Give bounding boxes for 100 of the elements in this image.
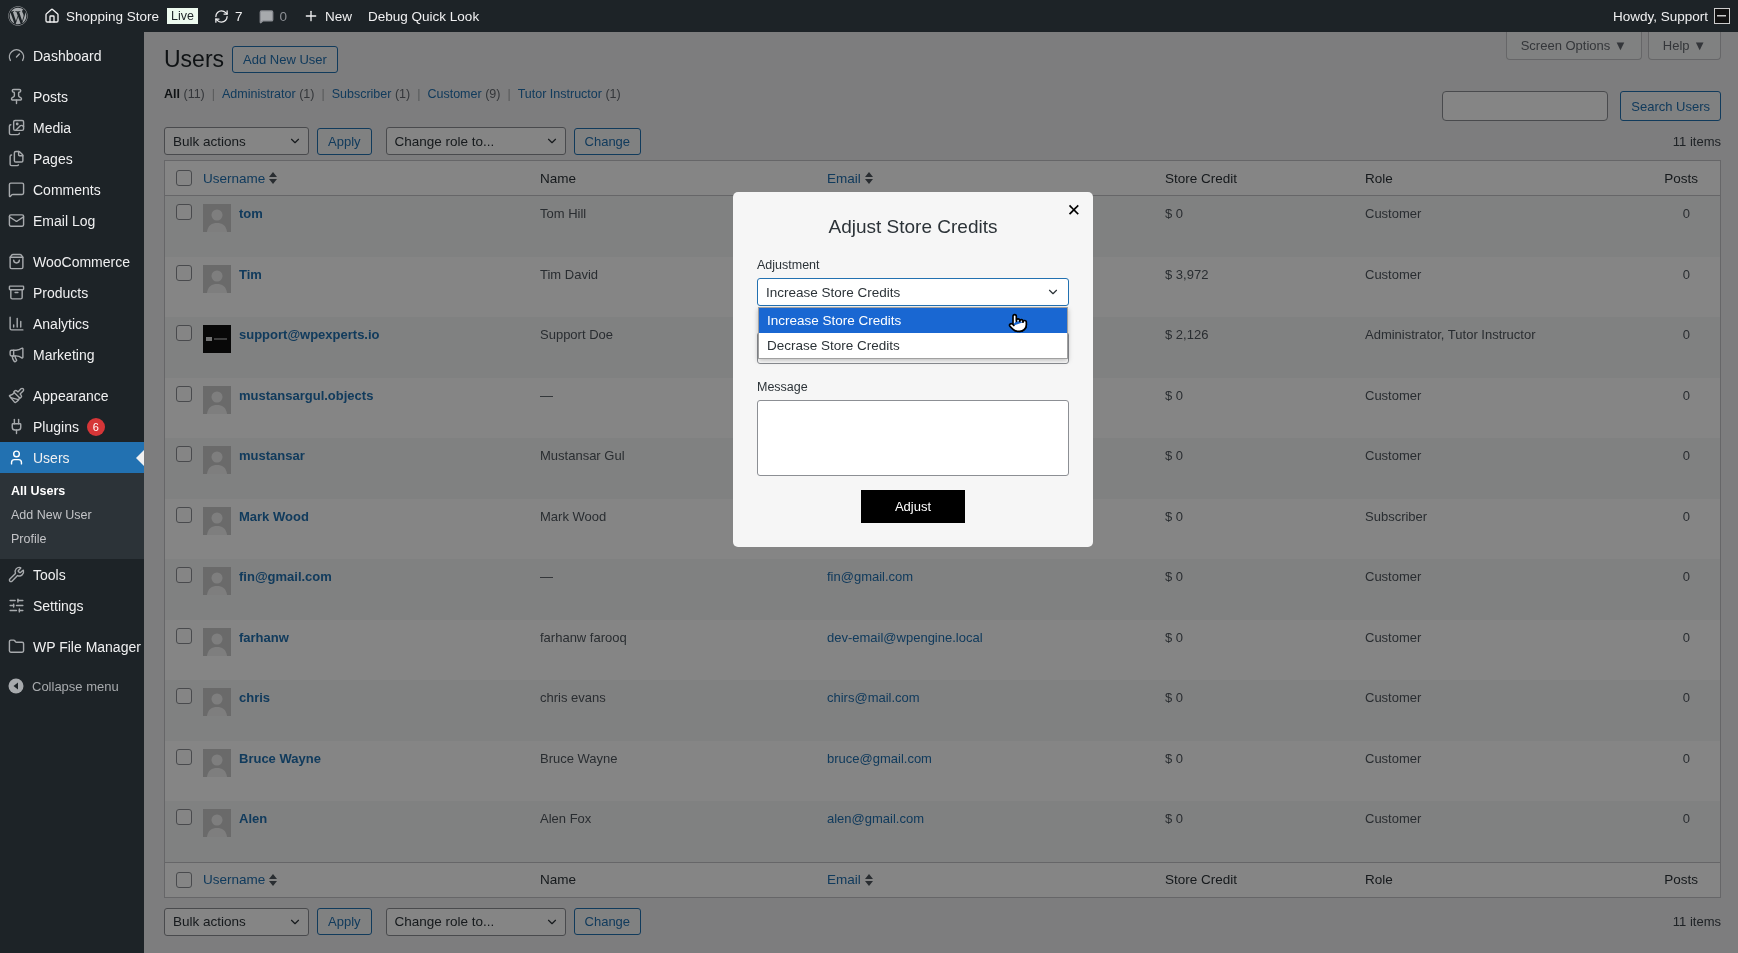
search-users-button[interactable]: Search Users (1620, 91, 1721, 121)
role-filter-link[interactable]: Customer (9) (427, 87, 501, 101)
search-field[interactable] (1442, 91, 1609, 121)
change-button[interactable]: Change (573, 908, 642, 935)
menu-item[interactable]: Marketing (0, 339, 144, 370)
images-icon (8, 119, 25, 136)
comments-link[interactable]: 0 (258, 8, 288, 24)
row-checkbox[interactable] (176, 809, 192, 825)
submenu-item[interactable]: Add New User (0, 503, 144, 527)
update-count-badge: 6 (86, 417, 105, 436)
menu-item[interactable]: Settings (0, 590, 144, 621)
name-cell: Mustansar Gul (540, 448, 625, 463)
mailto-link[interactable]: dev-email@wpengine.local (827, 629, 983, 645)
store-credit-cell: $ 3,972 (1165, 266, 1209, 282)
menu-item[interactable]: Media (0, 112, 144, 143)
user-profile-link[interactable]: mustansar (239, 448, 305, 463)
user-profile-link[interactable]: support@wpexperts.io (239, 327, 380, 342)
row-checkbox[interactable] (176, 446, 192, 462)
sort-column-link[interactable]: Email (827, 872, 873, 887)
user-profile-link[interactable]: Bruce Wayne (239, 750, 321, 766)
screen-options-tab[interactable]: Screen Options ▼ (1505, 32, 1642, 60)
select-all-checkbox[interactable] (176, 170, 192, 186)
menu-item[interactable]: Pages (0, 143, 144, 174)
updates-link[interactable]: 7 (214, 8, 243, 24)
row-checkbox[interactable] (176, 567, 192, 583)
row-checkbox[interactable] (176, 204, 192, 220)
collapse-menu-button[interactable]: Collapse menu (0, 672, 144, 700)
change-role-select[interactable]: Change role to... (385, 907, 566, 936)
add-new-user-button[interactable]: Add New User (232, 46, 338, 73)
dropdown-option[interactable]: Increase Store Credits (759, 308, 1067, 333)
user-profile-link[interactable]: farhanw (239, 629, 289, 645)
account-link[interactable]: Howdy, Support (1612, 8, 1730, 24)
help-tab[interactable]: Help ▼ (1647, 32, 1721, 60)
menu-label: Tools (33, 566, 66, 583)
menu-item[interactable]: Plugins 6 (0, 411, 144, 442)
role-filter-link[interactable]: Subscriber (1) (331, 87, 411, 101)
change-role-select[interactable]: Change role to... (385, 127, 566, 155)
row-checkbox[interactable] (176, 325, 192, 341)
wordpress-logo[interactable] (8, 6, 28, 26)
live-badge: Live (167, 8, 198, 24)
bulk-actions-select[interactable]: Bulk actions (164, 907, 309, 936)
menu-item[interactable]: Comments (0, 174, 144, 205)
mailto-link[interactable]: chirs@mail.com (827, 690, 920, 705)
user-profile-link[interactable]: mustansargul.objects (239, 387, 374, 403)
mailto-link[interactable]: fin@gmail.com (827, 569, 914, 584)
menu-item[interactable]: Products (0, 277, 144, 308)
user-profile-link[interactable]: Mark Wood (239, 508, 309, 524)
posts-cell: 0 (1682, 750, 1690, 766)
user-profile-link[interactable]: fin@gmail.com (239, 569, 332, 584)
mailto-link[interactable]: bruce@gmail.com (827, 750, 932, 766)
user-avatar (203, 325, 231, 353)
role-filter-link[interactable]: All (11) (164, 87, 205, 101)
user-profile-link[interactable]: Tim (239, 266, 262, 282)
message-field[interactable] (757, 399, 1069, 476)
debug-link[interactable]: Debug Quick Look (368, 8, 480, 24)
menu-label: Pages (33, 150, 73, 167)
menu-item[interactable]: WP File Manager (0, 631, 144, 662)
sort-column-link[interactable]: Username (203, 170, 278, 186)
mailto-link[interactable]: alen@gmail.com (827, 811, 924, 826)
site-link[interactable]: Shopping Store (44, 8, 160, 24)
select-all-checkbox[interactable] (176, 871, 192, 888)
avatar-icon (203, 748, 231, 777)
user-profile-link[interactable]: Alen (239, 811, 268, 826)
separator: | (211, 87, 216, 101)
new-link[interactable]: New (303, 8, 353, 24)
row-checkbox[interactable] (176, 506, 192, 523)
user-profile-link[interactable]: chris (239, 690, 271, 705)
row-checkbox[interactable] (176, 688, 192, 704)
row-checkbox[interactable] (176, 264, 192, 281)
bulk-actions-select[interactable]: Bulk actions (164, 127, 309, 155)
menu-item[interactable]: Appearance (0, 380, 144, 411)
adjust-button[interactable]: Adjust (861, 489, 965, 523)
apply-button[interactable]: Apply (317, 908, 372, 935)
name-cell: — (540, 387, 553, 403)
row-checkbox[interactable] (176, 385, 192, 402)
menu-item[interactable]: Analytics (0, 308, 144, 339)
submenu-item[interactable]: All Users (0, 479, 144, 503)
user-icon (8, 449, 25, 466)
posts-cell: 0 (1682, 206, 1690, 221)
menu-item[interactable]: Posts (0, 81, 144, 112)
menu-label: Settings (33, 597, 84, 614)
submenu-item[interactable]: Profile (0, 527, 144, 551)
change-button[interactable]: Change (573, 127, 642, 155)
menu-item[interactable]: WooCommerce (0, 246, 144, 277)
dropdown-option[interactable]: Decrase Store Credits (759, 333, 1067, 358)
menu-item[interactable]: Users (0, 442, 144, 473)
role-cell: Administrator, Tutor Instructor (1365, 327, 1536, 342)
user-profile-link[interactable]: tom (239, 206, 263, 221)
row-checkbox[interactable] (176, 627, 192, 644)
menu-item[interactable]: Tools (0, 559, 144, 590)
close-button[interactable]: ✕ (1062, 200, 1085, 220)
sort-column-link[interactable]: Email (827, 170, 873, 186)
menu-item[interactable]: Email Log (0, 205, 144, 236)
apply-button[interactable]: Apply (317, 127, 372, 155)
role-filter-link[interactable]: Administrator (1) (222, 87, 315, 101)
separator: | (417, 87, 421, 101)
sort-column-link[interactable]: Username (203, 872, 278, 887)
role-filter-link[interactable]: Tutor Instructor (1) (517, 87, 621, 101)
row-checkbox[interactable] (176, 748, 192, 765)
menu-item[interactable]: Dashboard (0, 40, 144, 71)
